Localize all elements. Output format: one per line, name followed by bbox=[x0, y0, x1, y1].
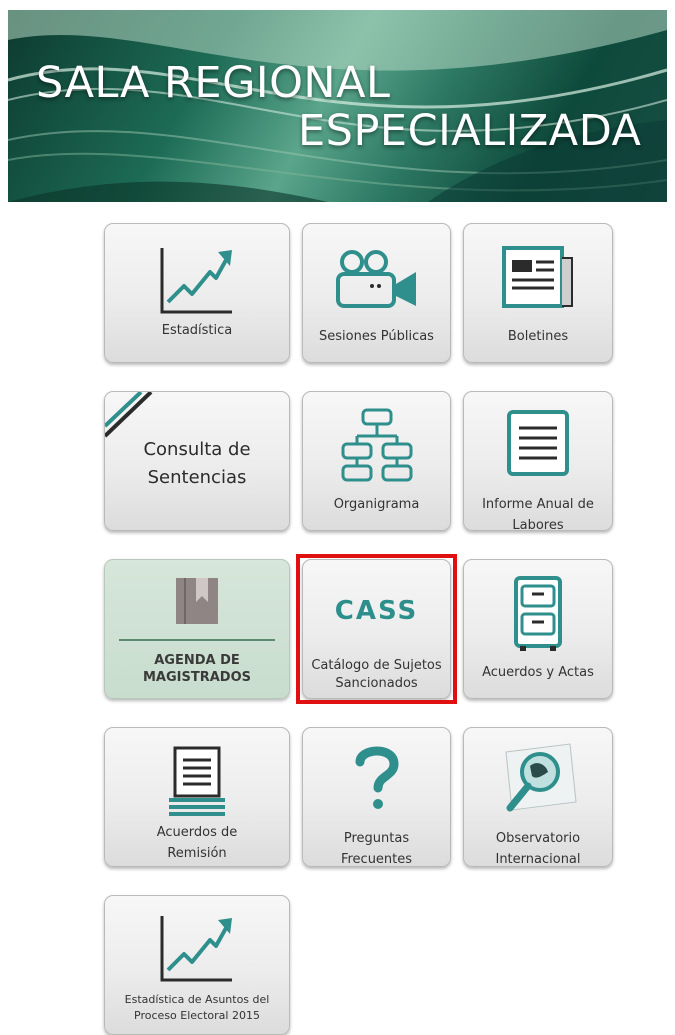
tile-informe-anual[interactable]: Informe Anual de Labores bbox=[463, 391, 613, 531]
tile-sesiones-publicas[interactable]: Sesiones Públicas bbox=[302, 223, 451, 363]
tile-estadistica[interactable]: Estadística bbox=[104, 223, 290, 363]
tile-label-line2: Internacional bbox=[495, 852, 581, 867]
tile-label: Sesiones Públicas bbox=[319, 329, 434, 344]
tile-label: Preguntas Frecuentes bbox=[340, 831, 413, 867]
tile-title-line1: Consulta de bbox=[143, 439, 251, 460]
video-camera-icon bbox=[335, 250, 416, 308]
tile-label-line1: Catálogo de Sujetos bbox=[311, 658, 442, 673]
tile-label: AGENDA DE MAGISTRADOS bbox=[109, 652, 285, 686]
tile-label-line1: Informe Anual de bbox=[482, 497, 594, 512]
tile-label: Organigrama bbox=[333, 497, 420, 512]
tile-label: Estadística de Asuntos del Proceso Elect… bbox=[109, 992, 285, 1024]
tile-consulta-sentencias[interactable]: Consulta de Sentencias bbox=[104, 391, 290, 531]
tile-label-line2: Remisión bbox=[167, 846, 227, 861]
tile-title-line2: Sentencias bbox=[147, 467, 247, 488]
tile-label-line1: Estadística de Asuntos del bbox=[124, 993, 270, 1006]
tile-organigrama[interactable]: Organigrama bbox=[302, 391, 451, 531]
line-chart-icon bbox=[160, 248, 232, 314]
tile-label-line2: Sancionados bbox=[335, 676, 418, 691]
question-mark-icon bbox=[355, 746, 399, 809]
document-stack-icon bbox=[169, 746, 225, 816]
tile-label-line1: Acuerdos de bbox=[156, 825, 238, 840]
tile-label: Estadística bbox=[161, 323, 233, 338]
tile-label: Acuerdos de Remisión bbox=[109, 822, 285, 864]
tile-label-line1: Observatorio bbox=[495, 831, 581, 846]
tile-label: Informe Anual de Labores bbox=[468, 494, 608, 531]
globe-magnifier-icon bbox=[505, 743, 577, 812]
tile-label: Boletines bbox=[507, 329, 569, 344]
org-chart-icon bbox=[341, 408, 412, 482]
line-chart-icon bbox=[160, 916, 232, 982]
tile-acuerdos-remision[interactable]: Acuerdos de Remisión bbox=[104, 727, 290, 867]
tile-acuerdos-actas[interactable]: Acuerdos y Actas bbox=[463, 559, 613, 699]
tile-title: Consulta de Sentencias bbox=[105, 436, 289, 492]
tile-label-line2: Labores bbox=[512, 518, 564, 531]
tile-agenda-magistrados[interactable]: AGENDA DE MAGISTRADOS bbox=[104, 559, 290, 699]
tile-label-line2: Proceso Electoral 2015 bbox=[134, 1009, 260, 1022]
cass-logo: CASS bbox=[334, 596, 419, 626]
tile-observatorio-internacional[interactable]: Observatorio Internacional bbox=[463, 727, 613, 867]
header-banner: SALA REGIONAL ESPECIALIZADA bbox=[8, 10, 667, 202]
tile-label: Acuerdos y Actas bbox=[482, 665, 594, 680]
document-lines-icon bbox=[507, 410, 569, 476]
tile-label-line2: MAGISTRADOS bbox=[142, 670, 251, 685]
tile-label: Catálogo de Sujetos Sancionados bbox=[307, 657, 446, 693]
divider bbox=[119, 639, 275, 641]
banner-title-line1: SALA REGIONAL bbox=[36, 58, 391, 108]
tile-estadistica-2015[interactable]: Estadística de Asuntos del Proceso Elect… bbox=[104, 895, 290, 1035]
bookmark-book-icon bbox=[176, 578, 218, 624]
tile-label-line1: AGENDA DE bbox=[154, 653, 240, 668]
newspaper-icon bbox=[502, 246, 573, 308]
tile-cass[interactable]: CASS Catálogo de Sujetos Sancionados bbox=[302, 559, 451, 699]
tile-label: Observatorio Internacional bbox=[468, 828, 608, 867]
filing-cabinet-icon bbox=[514, 576, 562, 651]
corner-ribbon-icon bbox=[105, 392, 153, 438]
tile-boletines[interactable]: Boletines bbox=[463, 223, 613, 363]
banner-title-line2: ESPECIALIZADA bbox=[298, 106, 642, 156]
tile-preguntas-frecuentes[interactable]: Preguntas Frecuentes bbox=[302, 727, 451, 867]
